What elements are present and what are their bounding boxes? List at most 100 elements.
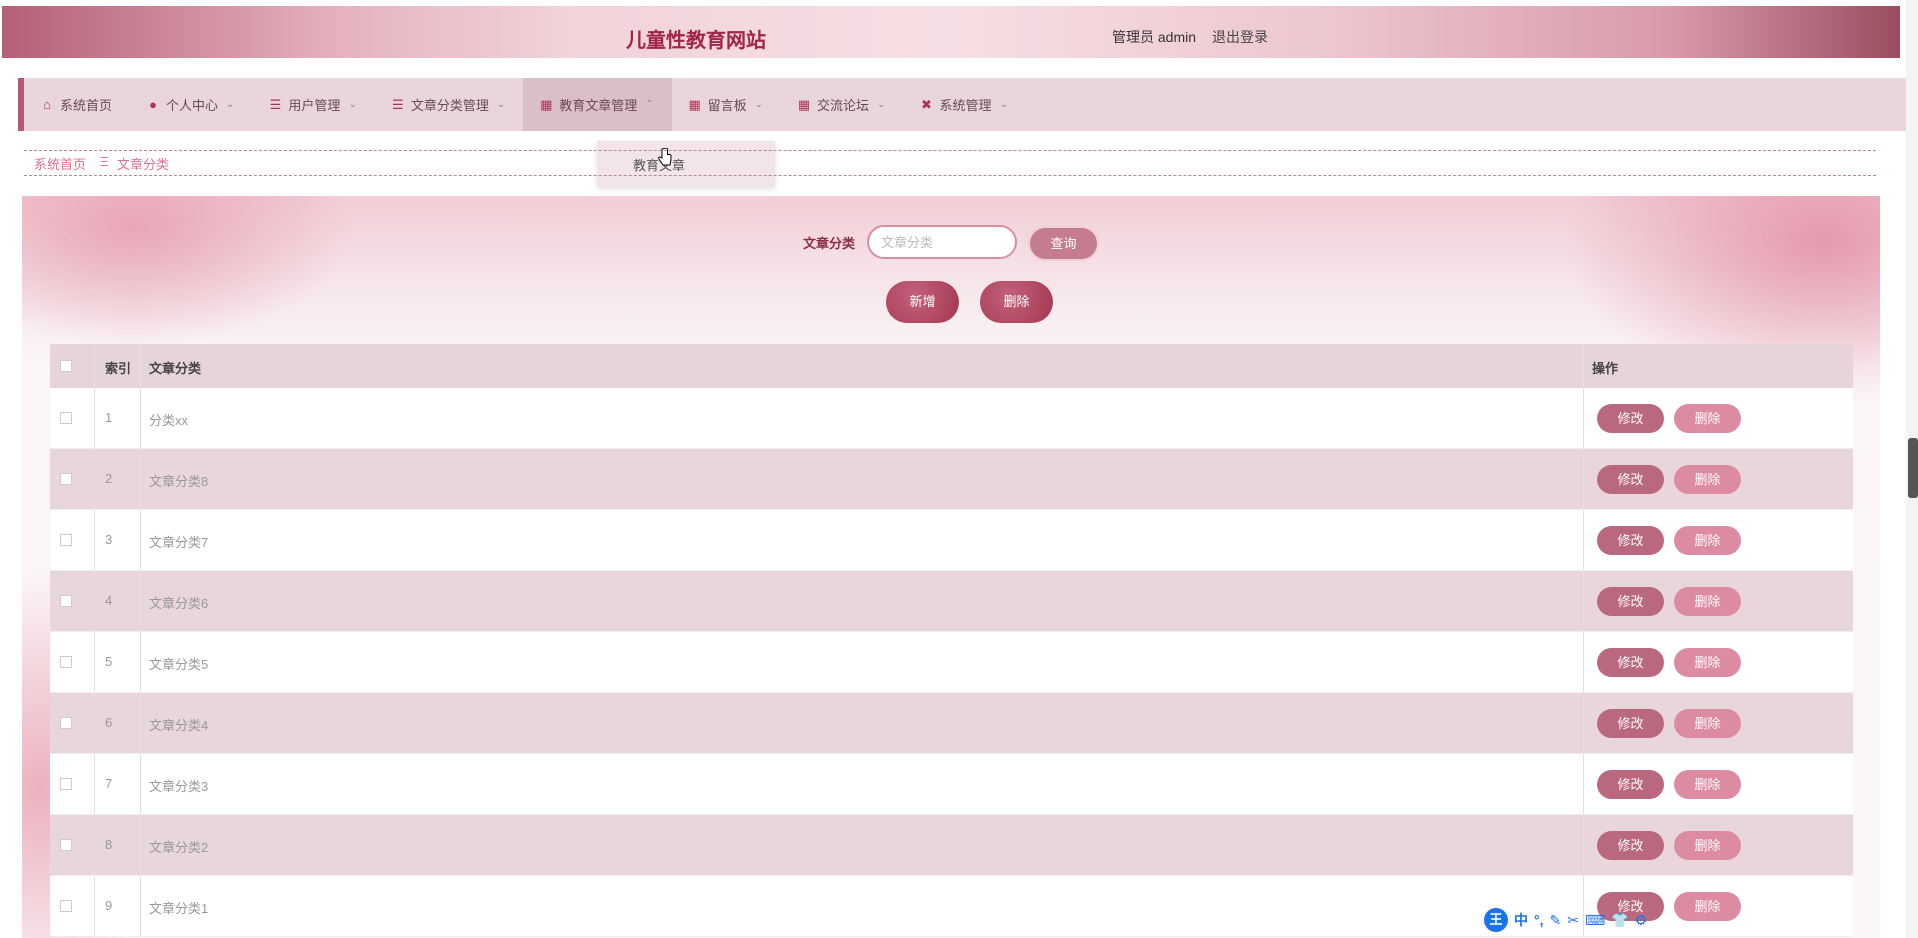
grid-icon: ▦ (540, 96, 553, 112)
ime-key-icon[interactable]: ⌨ (1585, 912, 1605, 929)
edit-button[interactable]: 修改 (1597, 465, 1664, 494)
chevron-down-icon: ⌄ (754, 99, 764, 110)
nav-item-label: 文章分类管理 (410, 98, 489, 113)
header-bar: 儿童性教育网站 管理员 admin 退出登录 (2, 6, 1900, 58)
edit-button[interactable]: 修改 (1597, 831, 1664, 860)
row-name: 文章分类6 (149, 596, 209, 611)
chevron-up-icon: ⌃ (645, 99, 654, 110)
nav-item-3[interactable]: ☰ 文章分类管理 ⌄ (375, 78, 523, 131)
ime-key-icon[interactable]: ✂ (1567, 912, 1579, 929)
nav-item-1[interactable]: ● 个人中心 ⌄ (130, 78, 252, 131)
nav-item-6[interactable]: ▦ 交流论坛 ⌄ (781, 78, 903, 131)
nav-item-5[interactable]: ▦ 留言板 ⌄ (672, 78, 781, 131)
row-name: 文章分类1 (149, 901, 209, 916)
row-checkbox[interactable] (60, 900, 72, 912)
table-row: 4 文章分类6 修改 删除 (50, 571, 1853, 632)
row-checkbox[interactable] (60, 717, 72, 729)
ime-key-icon[interactable]: ✎ (1550, 912, 1562, 929)
ime-key-icon[interactable]: °, (1534, 912, 1544, 928)
row-index: 2 (105, 471, 113, 486)
nav-item-label: 系统管理 (939, 98, 992, 113)
delete-button[interactable]: 删除 (1674, 526, 1741, 555)
nav-item-label: 个人中心 (166, 98, 219, 113)
grid-icon: ▦ (688, 96, 701, 112)
edit-button[interactable]: 修改 (1597, 587, 1664, 616)
header-ops: 操作 (1592, 361, 1619, 376)
add-button[interactable]: 新增 (886, 281, 959, 323)
nav-item-0[interactable]: ⌂ 系统首页 (24, 78, 130, 131)
nav-item-7[interactable]: ✖ 系统管理 ⌄ (903, 78, 1025, 131)
row-name: 文章分类7 (149, 535, 209, 550)
row-index: 1 (105, 410, 113, 425)
table-row: 2 文章分类8 修改 删除 (50, 449, 1853, 510)
row-name: 文章分类3 (149, 779, 209, 794)
nav-item-label: 留言板 (707, 98, 747, 113)
row-checkbox[interactable] (60, 778, 72, 790)
row-name: 文章分类4 (149, 718, 209, 733)
nav-item-label: 系统首页 (60, 98, 113, 113)
row-index: 8 (105, 837, 113, 852)
ticket-icon: ✖ (921, 96, 932, 112)
row-checkbox[interactable] (60, 839, 72, 851)
delete-button[interactable]: 删除 (1674, 770, 1741, 799)
breadcrumb-separator-icon: Ξ (100, 154, 109, 169)
row-index: 9 (105, 898, 113, 913)
query-button[interactable]: 查询 (1030, 228, 1097, 259)
delete-button[interactable]: 删除 (1674, 831, 1741, 860)
row-checkbox[interactable] (60, 595, 72, 607)
category-table: 索引 文章分类 操作 1 分类xx 修改 删除 2 文章分类8 修改 删除 3 文章分类7 修改 删除… (50, 344, 1853, 937)
header-name: 文章分类 (149, 361, 202, 376)
row-name: 分类xx (149, 413, 189, 428)
delete-button[interactable]: 删除 (1674, 465, 1741, 494)
edit-button[interactable]: 修改 (1597, 526, 1664, 555)
batch-delete-button[interactable]: 删除 (980, 281, 1053, 323)
site-title: 儿童性教育网站 (626, 30, 766, 52)
nav-item-label: 交流论坛 (817, 98, 870, 113)
row-name: 文章分类8 (149, 474, 209, 489)
row-checkbox[interactable] (60, 534, 72, 546)
table-header: 索引 文章分类 操作 (50, 344, 1853, 388)
row-checkbox[interactable] (60, 656, 72, 668)
row-index: 6 (105, 715, 113, 730)
row-index: 3 (105, 532, 113, 547)
delete-button[interactable]: 删除 (1674, 648, 1741, 677)
row-checkbox[interactable] (60, 412, 72, 424)
edit-button[interactable]: 修改 (1597, 770, 1664, 799)
main-nav: ⌂ 系统首页 ● 个人中心 ⌄ ☰ 用户管理 ⌄ ☰ 文章分类管理 ⌄ ▦ 教育文章管理 ⌃ ▦ 留言板 ⌄ ▦ 交… (18, 78, 1908, 131)
row-checkbox[interactable] (60, 473, 72, 485)
category-search-input[interactable] (867, 225, 1017, 259)
ime-key-icon[interactable]: ⚙ (1635, 912, 1648, 929)
select-all-checkbox[interactable] (60, 360, 72, 372)
current-user: 管理员 admin (1112, 29, 1197, 45)
row-index: 7 (105, 776, 113, 791)
chevron-down-icon: ⌄ (226, 99, 235, 110)
delete-button[interactable]: 删除 (1674, 404, 1741, 433)
breadcrumb: 系统首页 Ξ 文章分类 (24, 150, 1876, 176)
delete-button[interactable]: 删除 (1674, 709, 1741, 738)
delete-button[interactable]: 删除 (1674, 587, 1741, 616)
nav-item-label: 用户管理 (288, 98, 341, 113)
row-name: 文章分类2 (149, 840, 209, 855)
row-index: 5 (105, 654, 113, 669)
list-icon: ☰ (269, 96, 282, 112)
nav-item-4[interactable]: ▦ 教育文章管理 ⌃ (523, 78, 672, 131)
nav-item-2[interactable]: ☰ 用户管理 ⌄ (252, 78, 374, 131)
ime-logo-icon[interactable]: 王 (1484, 908, 1508, 932)
breadcrumb-home[interactable]: 系统首页 (34, 154, 86, 173)
ime-key-icon[interactable]: 👕 (1611, 912, 1628, 929)
table-row: 7 文章分类3 修改 删除 (50, 754, 1853, 815)
logout-link[interactable]: 退出登录 (1212, 27, 1268, 47)
nav-item-label: 教育文章管理 (559, 98, 638, 113)
list-icon: ☰ (392, 96, 404, 112)
person-icon: ● (149, 96, 157, 112)
delete-button[interactable]: 删除 (1674, 892, 1741, 921)
breadcrumb-current: 文章分类 (117, 157, 170, 172)
chevron-down-icon: ⌄ (999, 99, 1008, 110)
scrollbar-thumb[interactable] (1908, 438, 1918, 498)
edit-button[interactable]: 修改 (1597, 648, 1664, 677)
row-index: 4 (105, 593, 113, 608)
grid-icon: ▦ (797, 96, 811, 112)
edit-button[interactable]: 修改 (1597, 404, 1664, 433)
ime-key-icon[interactable]: 中 (1514, 910, 1528, 930)
edit-button[interactable]: 修改 (1597, 709, 1664, 738)
